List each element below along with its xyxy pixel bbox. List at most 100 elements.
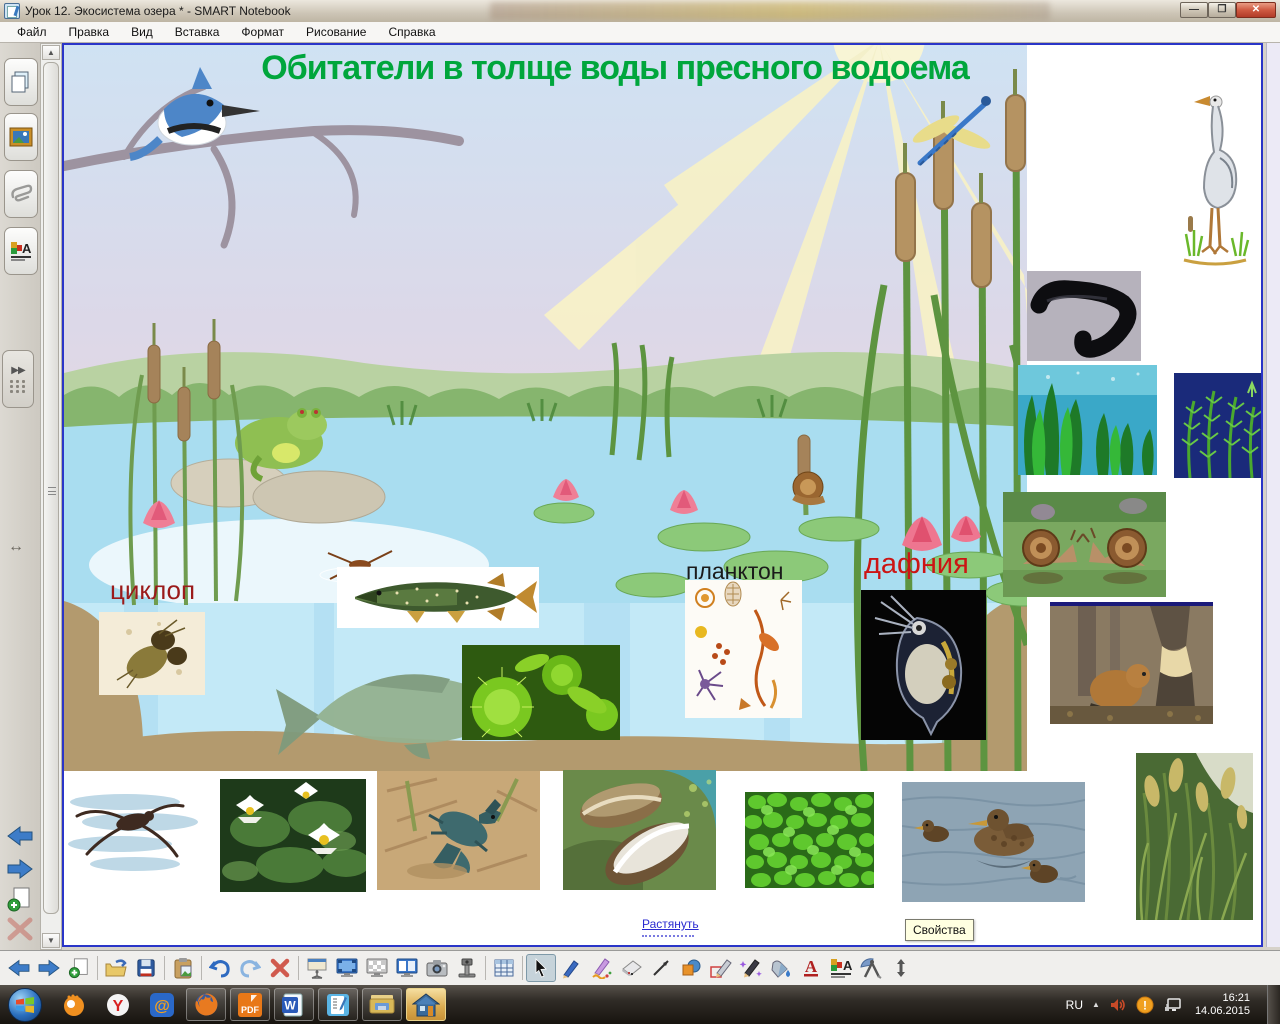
sidebar-collapse-button[interactable]: ▶▶: [2, 350, 34, 408]
taskbar-word[interactable]: W: [274, 988, 314, 1021]
screen-shade-button[interactable]: [302, 954, 332, 982]
tab-page-sorter[interactable]: [4, 58, 38, 106]
full-screen-button[interactable]: [332, 954, 362, 982]
eraser-tool-button[interactable]: [616, 954, 646, 982]
toolbar-move-button[interactable]: [886, 954, 916, 982]
menu-format[interactable]: Формат: [230, 23, 295, 41]
taskbar-mail-ru[interactable]: @: [142, 988, 182, 1021]
maximize-button[interactable]: ❐: [1208, 2, 1236, 18]
menu-edit[interactable]: Правка: [58, 23, 121, 41]
previous-page-button[interactable]: [6, 823, 34, 849]
next-page-button[interactable]: [6, 856, 34, 882]
water-lilies-photo[interactable]: [220, 779, 366, 892]
crayfish-photo[interactable]: [377, 771, 540, 890]
stretch-link[interactable]: Растянуть: [642, 917, 699, 931]
minimize-button[interactable]: —: [1180, 2, 1208, 18]
previous-page-toolbar-button[interactable]: [4, 954, 34, 982]
heron-drawing[interactable]: [1180, 88, 1252, 268]
ducks-photo[interactable]: [902, 782, 1085, 902]
taskbar-smart-notebook[interactable]: [318, 988, 358, 1021]
tab-properties[interactable]: A: [4, 227, 38, 275]
language-indicator[interactable]: RU: [1066, 998, 1083, 1012]
taskbar-pdf-reader[interactable]: PDF: [230, 988, 270, 1021]
daphnia-label[interactable]: дафния: [864, 548, 969, 581]
add-page-toolbar-button[interactable]: [64, 954, 94, 982]
magic-pen-button[interactable]: [736, 954, 766, 982]
taskbar-smart-tools-home[interactable]: [406, 988, 446, 1021]
menu-help[interactable]: Справка: [377, 23, 446, 41]
tab-attachments[interactable]: [4, 170, 38, 218]
close-button[interactable]: ✕: [1236, 2, 1276, 18]
menu-view[interactable]: Вид: [120, 23, 164, 41]
cyclops-label[interactable]: циклоп: [110, 575, 195, 606]
save-button[interactable]: [131, 954, 161, 982]
volume-icon[interactable]: [1109, 997, 1127, 1013]
plankton-drawing[interactable]: [685, 580, 802, 718]
shape-recognition-pen-button[interactable]: [706, 954, 736, 982]
table-button[interactable]: [489, 954, 519, 982]
elodea-photo[interactable]: [1174, 373, 1263, 478]
menu-file[interactable]: Файл: [6, 23, 58, 41]
leech-photo[interactable]: [1027, 271, 1141, 361]
scroll-up-icon[interactable]: ▲: [42, 45, 60, 60]
text-tool-button[interactable]: A: [796, 954, 826, 982]
network-icon[interactable]: [1163, 997, 1182, 1013]
snails-photo[interactable]: [1003, 492, 1166, 597]
system-tray: RU ▲ ! 16:21 14.06.2015: [1066, 985, 1280, 1024]
undo-button[interactable]: [205, 954, 235, 982]
start-button[interactable]: [8, 988, 42, 1022]
canvas-vertical-scrollbar[interactable]: [1266, 43, 1280, 947]
creative-pen-button[interactable]: [586, 954, 616, 982]
line-icon: [651, 958, 671, 978]
hidden-icons-chevron[interactable]: ▲: [1092, 1000, 1100, 1009]
paste-button[interactable]: [168, 954, 198, 982]
taskbar-yandex[interactable]: Y: [98, 988, 138, 1021]
delete-page-button[interactable]: [6, 916, 34, 942]
title-bar[interactable]: Урок 12. Экосистема озера * - SMART Note…: [0, 0, 1280, 22]
seaweed-photo[interactable]: [1018, 365, 1157, 475]
floppy-disk-icon: [136, 958, 156, 978]
alert-icon[interactable]: !: [1136, 996, 1154, 1014]
horizontal-resize-icon[interactable]: ↔: [8, 538, 24, 556]
menu-insert[interactable]: Вставка: [164, 23, 231, 41]
redo-button[interactable]: [235, 954, 265, 982]
transparent-background-button[interactable]: [362, 954, 392, 982]
measurement-tools-button[interactable]: [856, 954, 886, 982]
taskbar-firefox[interactable]: [186, 988, 226, 1021]
scrollbar-thumb[interactable]: [43, 62, 59, 914]
water-strider-drawing[interactable]: [65, 772, 200, 882]
dual-page-display-button[interactable]: [392, 954, 422, 982]
notebook-page[interactable]: Обитатели в толще воды пресного водоема: [62, 43, 1263, 947]
document-camera-button[interactable]: [452, 954, 482, 982]
taskbar-clock[interactable]: 16:21 14.06.2015: [1195, 992, 1250, 1018]
select-tool-button[interactable]: [526, 954, 556, 982]
reeds-photo[interactable]: [1136, 753, 1253, 920]
line-tool-button[interactable]: [646, 954, 676, 982]
taskbar-gom-player[interactable]: [54, 988, 94, 1021]
shapes-tool-button[interactable]: [676, 954, 706, 982]
green-bacteria-photo[interactable]: [462, 645, 620, 740]
daphnia-photo[interactable]: [861, 590, 986, 740]
add-page-button[interactable]: [6, 886, 34, 912]
cyclops-photo[interactable]: [99, 612, 205, 695]
open-file-button[interactable]: [101, 954, 131, 982]
screen-capture-button[interactable]: [422, 954, 452, 982]
scroll-down-icon[interactable]: ▼: [42, 933, 60, 948]
plankton-label[interactable]: планктон: [686, 558, 783, 585]
fill-tool-button[interactable]: [766, 954, 796, 982]
properties-tool-button[interactable]: A: [826, 954, 856, 982]
next-page-toolbar-button[interactable]: [34, 954, 64, 982]
mussels-drawing[interactable]: [563, 770, 716, 890]
taskbar-file-manager[interactable]: [362, 988, 402, 1021]
tab-gallery[interactable]: [4, 113, 38, 161]
pen-tool-button[interactable]: [556, 954, 586, 982]
menu-draw[interactable]: Рисование: [295, 23, 377, 41]
duckweed-photo[interactable]: [745, 792, 874, 888]
beaver-photo[interactable]: [1050, 602, 1213, 724]
sidebar-scrollbar[interactable]: ▲ ▼: [40, 43, 62, 950]
aero-glass-blur: [490, 2, 1050, 20]
magic-pen-icon: [739, 957, 763, 979]
delete-button[interactable]: [265, 954, 295, 982]
pike-photo[interactable]: [337, 567, 539, 628]
show-desktop-button[interactable]: [1267, 985, 1280, 1024]
